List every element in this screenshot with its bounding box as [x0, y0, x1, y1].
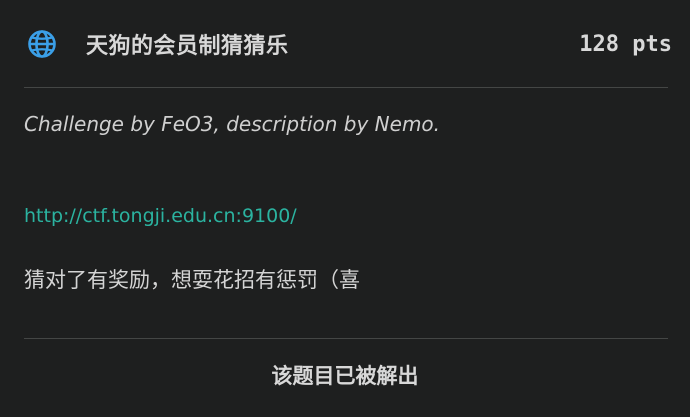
challenge-header: 天狗的会员制猜猜乐 128 pts [24, 24, 672, 64]
challenge-description: 猜对了有奖励，想耍花招有惩罚（喜 [24, 268, 360, 292]
globe-icon [26, 28, 58, 60]
solved-status: 该题目已被解出 [271, 364, 419, 388]
divider-top [24, 87, 668, 88]
challenge-points: 128 pts [579, 31, 672, 57]
divider-bottom [24, 338, 668, 339]
title-group: 天狗的会员制猜猜乐 [24, 28, 289, 60]
challenge-title: 天狗的会员制猜猜乐 [86, 34, 289, 59]
challenge-author: Challenge by FeO3, description by Nemo. [24, 112, 441, 136]
challenge-card: 天狗的会员制猜猜乐 128 pts Challenge by FeO3, des… [0, 0, 690, 417]
challenge-link[interactable]: http://ctf.tongji.edu.cn:9100/ [24, 205, 297, 227]
